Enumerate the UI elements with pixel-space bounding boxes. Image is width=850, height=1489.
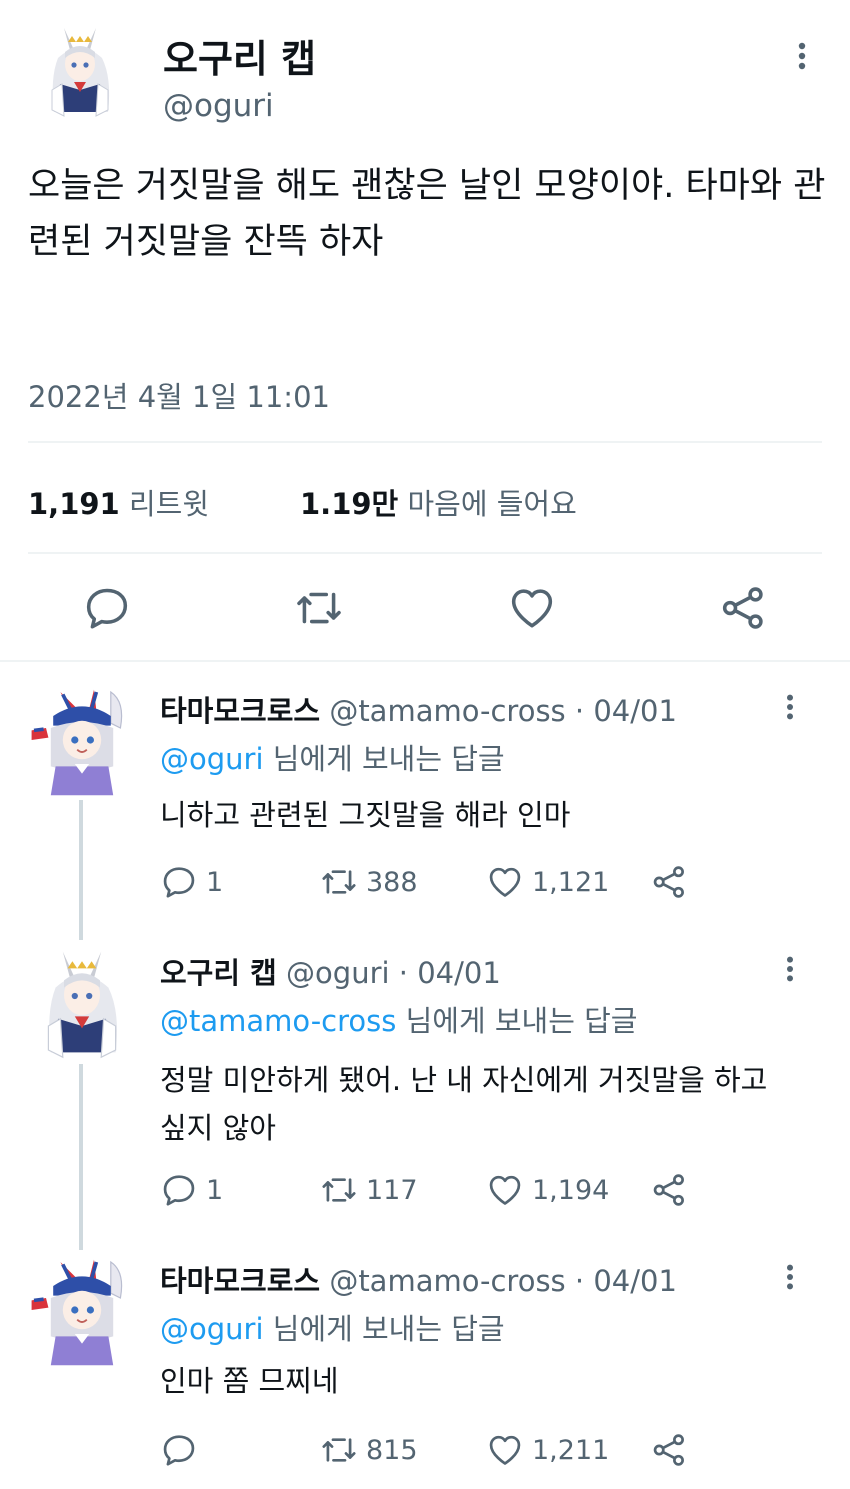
more-vertical-icon[interactable]	[775, 1260, 805, 1294]
reply-author-handle[interactable]: @oguri	[286, 956, 390, 990]
share-icon	[650, 1171, 688, 1209]
retweet-button[interactable]: 815	[320, 1428, 418, 1472]
author-name[interactable]: 오구리 캡	[163, 28, 316, 83]
tweet-text: 오늘은 거짓말을 해도 괜찮은 날인 모양이야. 타마와 관련된 거짓말을 잔뜩…	[28, 166, 826, 262]
reply-tweet[interactable]: 오구리 캡 @oguri · 04/01 @tamamo-cross 님에게 보…	[0, 942, 850, 1232]
more-vertical-icon[interactable]	[775, 952, 805, 986]
reply-actions: 815 1,211	[160, 1428, 720, 1472]
replying-to-label: 님에게 보내는 답글	[263, 1312, 505, 1346]
like-button[interactable]: 1,121	[486, 860, 609, 904]
reply-author-name[interactable]: 타마모크로스	[160, 1264, 320, 1298]
reply-count: 1	[206, 866, 224, 898]
reply-author-handle[interactable]: @tamamo-cross	[329, 1264, 565, 1298]
reply-date: · 04/01	[398, 956, 501, 990]
share-icon	[650, 1431, 688, 1469]
tweet-timestamp[interactable]: 2022년 4월 1일 11:01	[28, 374, 330, 416]
avatar[interactable]	[22, 942, 142, 1062]
mention-link[interactable]: @oguri	[160, 1312, 264, 1346]
reply-icon[interactable]	[82, 583, 132, 633]
reply-button[interactable]: 1	[160, 860, 223, 904]
reply-text: 인마 쫌 므찌네	[160, 1364, 339, 1398]
reply-header: 타마모크로스 @tamamo-cross · 04/01	[160, 688, 677, 730]
likes-stat[interactable]: 1.19만 마음에 들어요	[300, 481, 577, 523]
like-button[interactable]: 1,194	[486, 1168, 609, 1212]
replying-to: @oguri 님에게 보내는 답글	[160, 736, 505, 778]
author-handle[interactable]: @oguri	[163, 88, 274, 124]
retweet-icon	[320, 863, 358, 901]
more-vertical-icon[interactable]	[786, 38, 818, 74]
reply-icon	[160, 1431, 198, 1469]
replying-to-label: 님에게 보내는 답글	[396, 1004, 638, 1038]
reply-header: 오구리 캡 @oguri · 04/01	[160, 950, 501, 992]
share-button[interactable]	[650, 1168, 696, 1212]
mention-link[interactable]: @tamamo-cross	[160, 1004, 396, 1038]
share-icon	[650, 863, 688, 901]
reply-button[interactable]	[160, 1428, 206, 1472]
like-count: 1,121	[532, 866, 610, 898]
retweet-count: 117	[366, 1174, 418, 1206]
mention-link[interactable]: @oguri	[160, 742, 264, 776]
retweet-icon	[320, 1431, 358, 1469]
avatar[interactable]	[22, 1250, 142, 1370]
like-icon	[486, 1171, 524, 1209]
reply-text: 정말 미안하게 됐어. 난 내 자신에게 거짓말을 하고 싶지 않아	[160, 1063, 768, 1145]
avatar[interactable]	[22, 680, 142, 800]
more-vertical-icon[interactable]	[775, 690, 805, 724]
like-icon	[486, 1431, 524, 1469]
retweet-icon	[320, 1171, 358, 1209]
like-count: 1,211	[532, 1434, 610, 1466]
retweets-count: 1,191	[28, 487, 120, 521]
reply-icon	[160, 1171, 198, 1209]
reply-header: 타마모크로스 @tamamo-cross · 04/01	[160, 1258, 677, 1300]
reply-text: 니하고 관련된 그짓말을 해라 인마	[160, 798, 571, 832]
main-tweet: 오구리 캡 @oguri 오늘은 거짓말을 해도 괜찮은 날인 모양이야. 타마…	[0, 0, 850, 662]
reply-button[interactable]: 1	[160, 1168, 223, 1212]
retweet-button[interactable]: 388	[320, 860, 418, 904]
retweet-count: 388	[366, 866, 418, 898]
reply-author-name[interactable]: 오구리 캡	[160, 956, 277, 990]
share-button[interactable]	[650, 860, 696, 904]
divider	[28, 552, 822, 554]
reply-tweet[interactable]: 타마모크로스 @tamamo-cross · 04/01 @oguri 님에게 …	[0, 1250, 850, 1480]
retweet-count: 815	[366, 1434, 418, 1466]
replying-to: @tamamo-cross 님에게 보내는 답글	[160, 998, 637, 1040]
reply-author-handle[interactable]: @tamamo-cross	[329, 694, 565, 728]
likes-count: 1.19만	[300, 487, 399, 521]
likes-label: 마음에 들어요	[407, 487, 577, 521]
share-icon[interactable]	[718, 583, 768, 633]
reply-date: · 04/01	[574, 1264, 677, 1298]
reply-tweet[interactable]: 타마모크로스 @tamamo-cross · 04/01 @oguri 님에게 …	[0, 680, 850, 920]
reply-actions: 1 117 1,194	[160, 1168, 720, 1212]
avatar[interactable]	[30, 20, 130, 120]
retweet-button[interactable]: 117	[320, 1168, 418, 1212]
share-button[interactable]	[650, 1428, 696, 1472]
like-icon	[486, 863, 524, 901]
like-count: 1,194	[532, 1174, 610, 1206]
retweets-label: 리트윗	[128, 487, 209, 521]
reply-count: 1	[206, 1174, 224, 1206]
thread-separator	[0, 660, 850, 662]
reply-author-name[interactable]: 타마모크로스	[160, 694, 320, 728]
like-button[interactable]: 1,211	[486, 1428, 609, 1472]
divider	[28, 441, 822, 443]
reply-date: · 04/01	[574, 694, 677, 728]
like-icon[interactable]	[507, 583, 557, 633]
reply-icon	[160, 863, 198, 901]
retweets-stat[interactable]: 1,191 리트윗	[28, 481, 209, 523]
retweet-icon[interactable]	[294, 583, 344, 633]
replying-to-label: 님에게 보내는 답글	[263, 742, 505, 776]
reply-actions: 1 388 1,121	[160, 860, 720, 904]
replying-to: @oguri 님에게 보내는 답글	[160, 1306, 505, 1348]
